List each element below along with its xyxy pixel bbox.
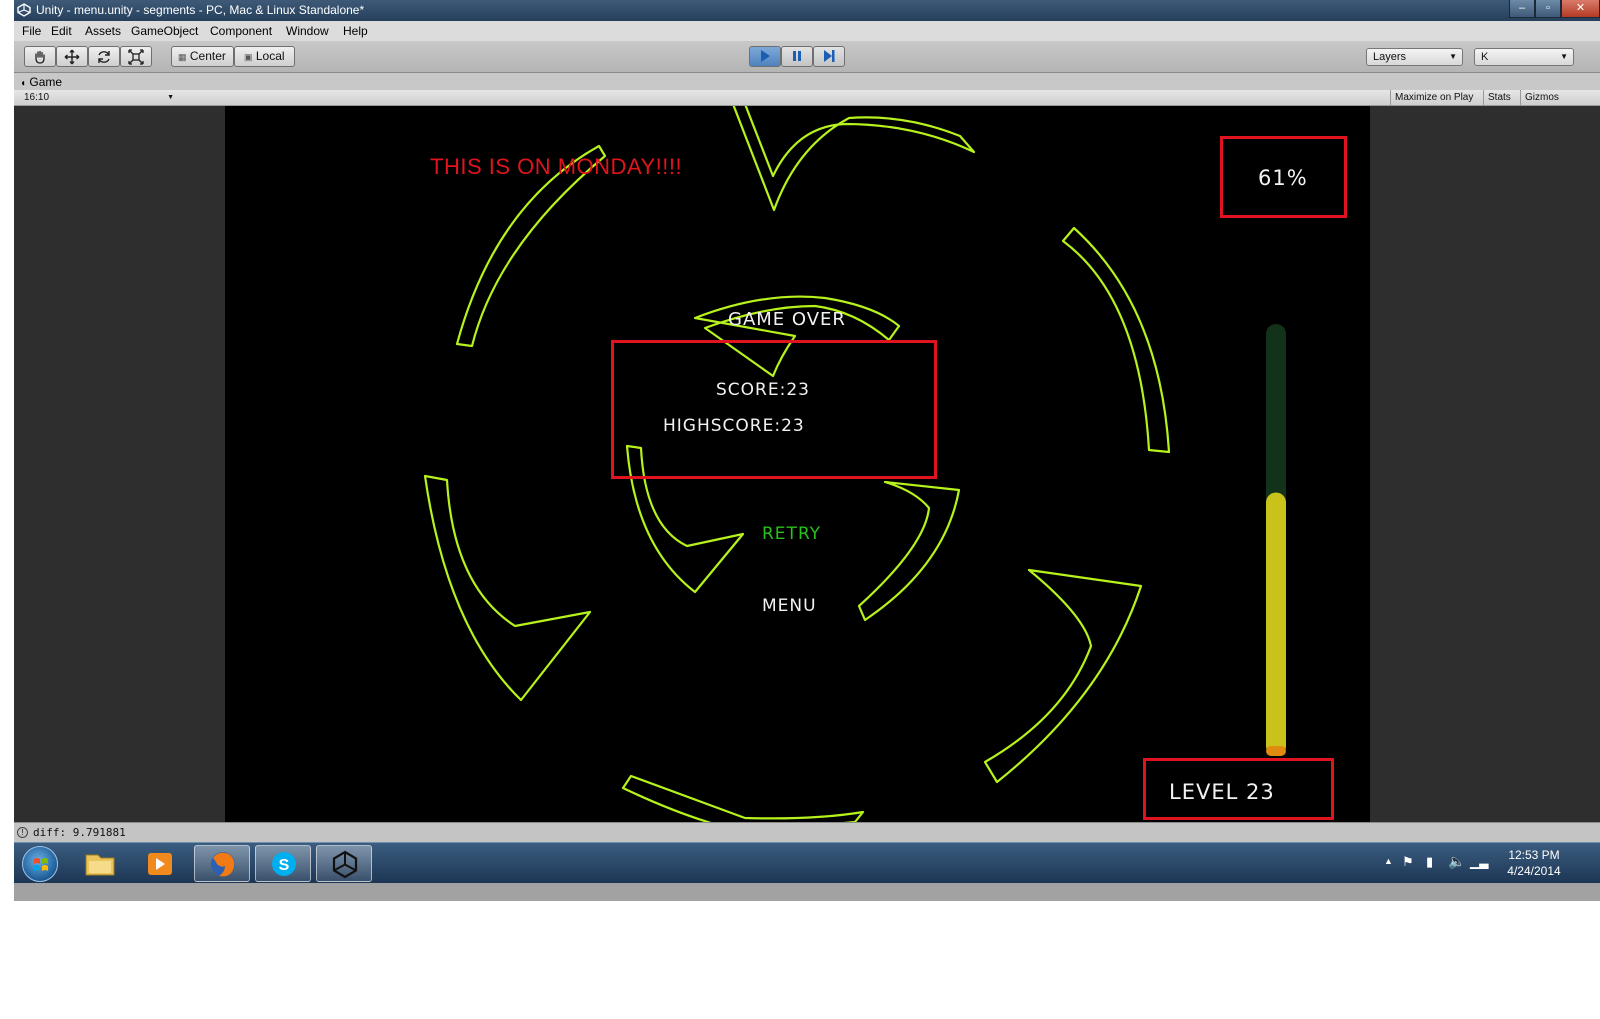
play-button[interactable]	[749, 46, 781, 67]
taskbar-explorer[interactable]	[72, 845, 128, 882]
pause-icon	[793, 51, 801, 61]
ring-segment	[423, 474, 592, 702]
status-message: diff: 9.791881	[33, 826, 126, 839]
clock-time: 12:53 PM	[1508, 848, 1560, 862]
highscore-text: HIGHSCORE:23	[663, 416, 805, 436]
menu-component[interactable]: Component	[210, 24, 272, 38]
game-view: THIS IS ON MONDAY!!!! 61% GAME OVER SCOR…	[14, 106, 1600, 822]
rotate-tool-button[interactable]	[88, 46, 120, 67]
pause-button[interactable]	[781, 46, 813, 67]
pivot-label: Center	[189, 49, 226, 63]
taskbar-clock[interactable]: 12:53 PM 4/24/2014	[1494, 847, 1574, 879]
retry-button[interactable]: RETRY	[762, 524, 821, 544]
close-button[interactable]: ✕	[1561, 0, 1600, 18]
start-button[interactable]	[22, 846, 58, 882]
play-icon	[761, 50, 770, 62]
title-bar: Unity - menu.unity - segments - PC, Mac …	[14, 0, 1600, 21]
aspect-dropdown[interactable]: 16:10 ▼	[18, 91, 176, 105]
gizmos-toggle[interactable]: Gizmos	[1520, 90, 1563, 106]
percent-text: 61%	[1258, 166, 1308, 190]
menu-edit[interactable]: Edit	[51, 24, 72, 38]
clock-date: 4/24/2014	[1507, 864, 1561, 878]
local-label: Local	[255, 49, 285, 63]
svg-text:S: S	[279, 857, 290, 874]
aspect-label: 16:10	[24, 92, 50, 103]
rotate-icon	[98, 51, 110, 63]
pivot-center-button[interactable]: ▦ Center	[171, 46, 234, 67]
layout-label: K	[1481, 51, 1489, 63]
taskbar-skype[interactable]: S	[255, 845, 311, 882]
game-pacman-icon: ◖	[20, 78, 27, 89]
ring-segment	[1061, 226, 1171, 454]
network-icon[interactable]: ▁▃	[1470, 855, 1488, 869]
pivot-local-button[interactable]: ▣ Local	[234, 46, 295, 67]
skype-icon: S	[272, 852, 296, 876]
score-text: SCORE:23	[716, 380, 810, 400]
info-icon: !	[17, 827, 28, 838]
menu-assets[interactable]: Assets	[85, 24, 121, 38]
game-over-title: GAME OVER	[728, 309, 846, 330]
maximize-on-play-toggle[interactable]: Maximize on Play	[1390, 90, 1477, 106]
console-status-bar[interactable]: ! diff: 9.791881	[14, 822, 1600, 842]
window-title: Unity - menu.unity - segments - PC, Mac …	[36, 3, 365, 17]
move-tool-button[interactable]	[56, 46, 88, 67]
ring-segment	[983, 568, 1143, 784]
firefox-icon	[211, 852, 235, 877]
chevron-down-icon: ▼	[1449, 52, 1457, 61]
pivot-icon: ▦	[178, 52, 187, 62]
menu-button[interactable]: MENU	[762, 596, 817, 616]
scale-icon	[128, 49, 144, 65]
hand-icon	[35, 50, 45, 64]
power-icon[interactable]: ▮	[1426, 854, 1433, 870]
taskbar-unity[interactable]	[316, 845, 372, 882]
system-tray: ▲ ⚑ ▮ 🔈 ▁▃	[1380, 843, 1490, 884]
layers-dropdown[interactable]: Layers ▼	[1366, 48, 1463, 66]
unity-icon	[332, 850, 358, 879]
chevron-down-icon: ▼	[1560, 52, 1568, 61]
step-button[interactable]	[813, 46, 845, 67]
show-hidden-icons[interactable]: ▲	[1384, 856, 1393, 866]
menu-help[interactable]: Help	[343, 24, 368, 38]
chevron-down-icon: ▼	[167, 94, 174, 101]
tab-game[interactable]: ◖ Game	[20, 74, 110, 90]
level-text: LEVEL 23	[1169, 780, 1275, 804]
menu-file[interactable]: File	[22, 24, 41, 38]
action-center-icon[interactable]: ⚑	[1402, 854, 1414, 870]
hand-tool-button[interactable]	[24, 46, 56, 67]
maximize-button[interactable]: ▫	[1535, 0, 1561, 18]
unity-logo-icon	[17, 3, 31, 17]
ring-segment	[857, 480, 961, 622]
panel-tab-strip: ◖ Game	[14, 73, 1600, 90]
layers-label: Layers	[1373, 51, 1407, 63]
step-icon	[824, 50, 835, 62]
taskbar-firefox[interactable]	[194, 845, 250, 882]
game-canvas[interactable]: THIS IS ON MONDAY!!!! 61% GAME OVER SCOR…	[225, 106, 1370, 822]
move-icon	[64, 49, 80, 65]
progress-fill	[1266, 492, 1286, 756]
unity-window: Unity - menu.unity - segments - PC, Mac …	[14, 0, 1600, 901]
minimize-button[interactable]: –	[1509, 0, 1535, 18]
screen: Unity - menu.unity - segments - PC, Mac …	[0, 0, 1600, 1019]
menu-window[interactable]: Window	[286, 24, 329, 38]
game-view-toolbar: 16:10 ▼ Maximize on Play Stats Gizmos	[14, 90, 1600, 106]
tab-game-label: Game	[29, 75, 63, 89]
windows-logo-icon	[34, 858, 48, 871]
ring-segment	[621, 774, 865, 822]
layout-dropdown[interactable]: K ▼	[1474, 48, 1574, 66]
annotation-text: THIS IS ON MONDAY!!!!	[430, 154, 683, 179]
menu-gameobject[interactable]: GameObject	[131, 24, 198, 38]
score-highlight-box	[611, 340, 937, 479]
menu-bar: File Edit Assets GameObject Component Wi…	[14, 21, 1600, 41]
windows-explorer-icon	[85, 854, 115, 876]
windows-taskbar: S ▲ ⚑ ▮ 🔈 ▁▃ 12:53 PM 4/24/2014	[14, 842, 1600, 883]
toolbar: ▦ Center ▣ Local Layers ▼ K ▼	[14, 41, 1600, 73]
stats-toggle[interactable]: Stats	[1483, 90, 1515, 106]
scale-tool-button[interactable]	[120, 46, 152, 67]
progress-cap	[1266, 746, 1286, 756]
media-player-icon	[148, 853, 172, 875]
volume-icon[interactable]: 🔈	[1448, 853, 1465, 870]
taskbar-media-player[interactable]	[132, 845, 188, 882]
ring-segment	[732, 106, 976, 212]
local-icon: ▣	[244, 52, 253, 62]
